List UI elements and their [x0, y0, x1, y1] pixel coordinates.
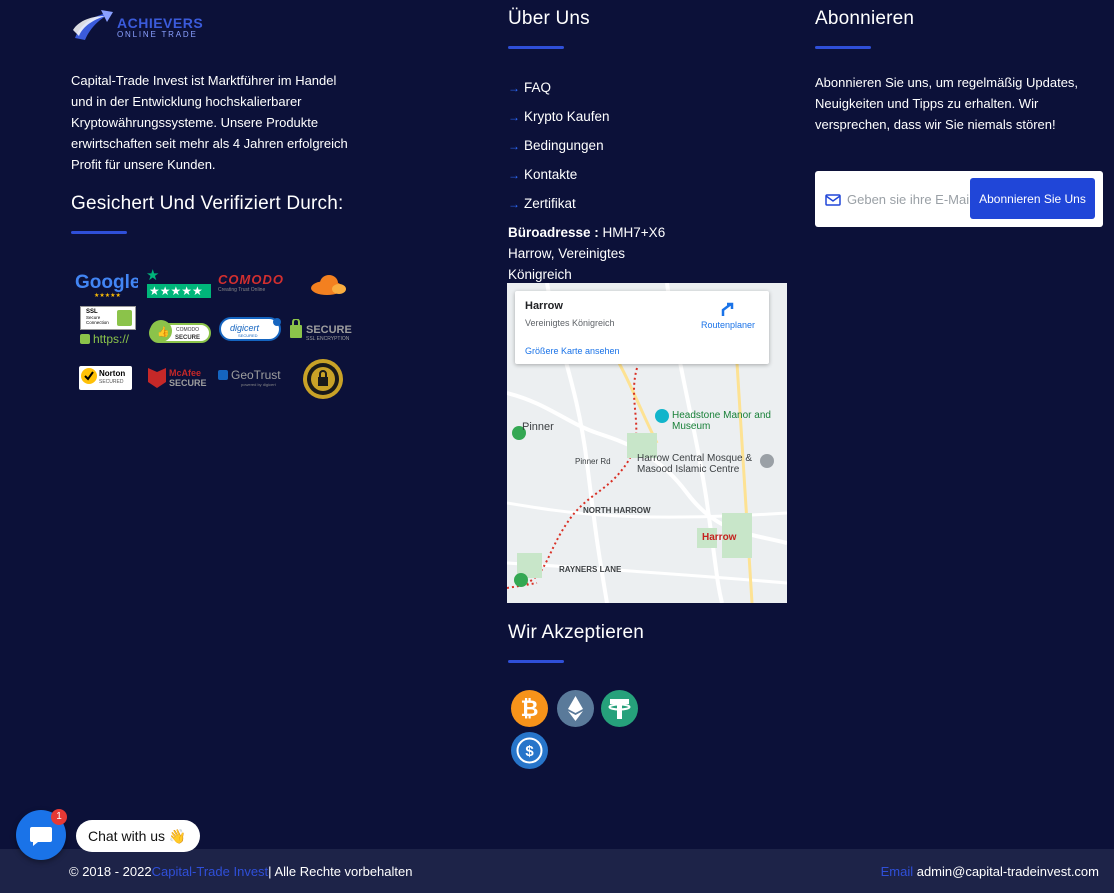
- tether-icon: [601, 690, 638, 727]
- arrow-right-icon: →: [508, 80, 520, 95]
- map-label-pinner: Pinner: [522, 421, 554, 433]
- brand-name: ACHIEVERS: [117, 14, 204, 31]
- swoosh-logo-icon: [71, 8, 115, 46]
- norton-badge: Norton SECURED: [78, 364, 134, 399]
- svg-text:$: $: [525, 743, 534, 760]
- brand-tagline: ONLINE TRADE: [117, 29, 198, 39]
- accept-title: Wir Akzeptieren: [508, 622, 645, 643]
- svg-text:SECURED: SECURED: [238, 333, 258, 338]
- usdc-icon: $: [511, 732, 548, 769]
- svg-text:★★★★★: ★★★★★: [149, 284, 203, 298]
- subscribe-description: Abonnieren Sie uns, um regelmäßig Update…: [815, 75, 1079, 132]
- svg-text:👍: 👍: [157, 325, 169, 338]
- gold-seal-icon: [301, 357, 345, 406]
- about-title: Über Uns: [508, 8, 590, 29]
- link-certificate[interactable]: → Zertifikat: [508, 189, 798, 218]
- title-underline: [815, 46, 871, 49]
- directions-button[interactable]: Routenplaner: [699, 300, 757, 330]
- office-address: Büroadresse : HMH7+X6 Harrow, Vereinigte…: [508, 225, 666, 282]
- svg-text:Google: Google: [75, 272, 138, 293]
- footer-bar: © 2018 - 2022Capital-Trade Invest| Alle …: [0, 849, 1114, 893]
- larger-map-link[interactable]: Größere Karte ansehen: [525, 346, 620, 356]
- brand-logo[interactable]: ACHIEVERS ONLINE TRADE: [71, 8, 371, 46]
- trustpilot-badge: ★ ★★★★★: [146, 267, 212, 305]
- map-label-pinner-rd: Pinner Rd: [575, 457, 611, 466]
- google-badge: Google ★★★★★: [74, 270, 140, 305]
- svg-text:SECURE: SECURE: [175, 335, 200, 341]
- envelope-icon: [825, 194, 841, 206]
- google-map[interactable]: Pinner Headstone Manor and Museum Harrow…: [507, 283, 787, 603]
- email-link[interactable]: admin@capital-tradeinvest.com: [913, 864, 1099, 879]
- arrow-right-icon: →: [508, 138, 520, 153]
- company-description: Capital-Trade Invest ist Marktführer im …: [71, 73, 348, 172]
- accept-section: Wir Akzeptieren: [508, 622, 644, 663]
- brand-link[interactable]: Capital-Trade Invest: [152, 864, 269, 879]
- map-label-mosque: Harrow Central Mosque & Masood Islamic C…: [637, 453, 753, 475]
- svg-text:powered by digicert: powered by digicert: [241, 382, 277, 387]
- map-label-rayners-lane: RAYNERS LANE: [559, 565, 622, 574]
- title-underline: [508, 660, 564, 663]
- geotrust-badge: GeoTrust powered by digicert: [217, 367, 287, 394]
- svg-text:SECURE: SECURE: [306, 324, 352, 336]
- svg-text:₿: ₿: [521, 697, 539, 722]
- link-buy-crypto[interactable]: → Krypto Kaufen: [508, 102, 798, 131]
- mcafee-badge: McAfee SECURE: [147, 366, 211, 395]
- svg-text:COMODO: COMODO: [176, 327, 199, 333]
- map-place-name: Harrow: [525, 300, 563, 312]
- link-faq[interactable]: → FAQ: [508, 73, 798, 102]
- subscribe-title: Abonnieren: [815, 8, 915, 29]
- svg-text:digicert: digicert: [230, 323, 260, 333]
- email-input[interactable]: [847, 185, 970, 213]
- arrow-right-icon: →: [508, 167, 520, 182]
- footer-column-subscribe: Abonnieren Abonnieren Sie uns, um regelm…: [815, 0, 1105, 135]
- about-links: → FAQ → Krypto Kaufen → Bedingungen → Kontak…: [508, 73, 798, 218]
- cloudflare-cloud-icon: [307, 274, 347, 301]
- link-terms[interactable]: → Bedingungen: [508, 131, 798, 160]
- map-place-address: Vereinigtes Königreich: [525, 318, 615, 328]
- https-badge: https://: [80, 332, 129, 346]
- contact-email: Email admin@capital-tradeinvest.com: [880, 864, 1099, 879]
- link-contacts[interactable]: → Kontakte: [508, 160, 798, 189]
- svg-text:★★★★★: ★★★★★: [94, 292, 121, 299]
- footer-column-about: Über Uns → FAQ → Krypto Kaufen → Bedingunge…: [508, 0, 798, 285]
- svg-text:SECURED: SECURED: [99, 379, 124, 385]
- directions-icon: [721, 302, 734, 316]
- arrow-right-icon: →: [508, 109, 520, 124]
- comodo-secure-badge: 👍 COMODO SECURE: [148, 314, 212, 349]
- svg-text:GeoTrust: GeoTrust: [231, 368, 281, 382]
- ssl-encryption-badge: SECURE SSL ENCRYPTION: [289, 318, 359, 348]
- ssl-badge: SSL Secure Connection: [80, 306, 136, 330]
- map-label-north-harrow: NORTH HARROW: [583, 506, 651, 515]
- svg-text:Norton: Norton: [99, 369, 125, 378]
- map-info-card: Harrow Vereinigtes Königreich Größere Ka…: [515, 291, 769, 364]
- map-label-headstone: Headstone Manor and Museum: [672, 410, 771, 432]
- title-underline: [71, 231, 127, 234]
- bitcoin-icon: ₿: [511, 690, 548, 727]
- security-badges: Google ★★★★★ ★ ★★★★★ COMODO Creating Tru…: [71, 267, 371, 410]
- secured-title: Gesichert Und Verifiziert Durch:: [71, 193, 344, 214]
- arrow-right-icon: →: [508, 196, 520, 211]
- svg-text:SSL ENCRYPTION: SSL ENCRYPTION: [306, 336, 350, 342]
- svg-text:★: ★: [146, 268, 159, 284]
- unread-badge: 1: [51, 809, 67, 825]
- chat-invite-bubble[interactable]: Chat with us 👋: [76, 820, 200, 852]
- svg-text:McAfee: McAfee: [169, 368, 201, 378]
- subscribe-button[interactable]: Abonnieren Sie Uns: [970, 178, 1095, 219]
- title-underline: [508, 46, 564, 49]
- subscribe-form: Abonnieren Sie Uns: [815, 171, 1103, 227]
- map-label-harrow: Harrow: [702, 532, 737, 543]
- footer-column-company: ACHIEVERS ONLINE TRADE Capital-Trade Inv…: [71, 0, 371, 410]
- digicert-badge: digicert SECURED: [218, 316, 284, 347]
- ethereum-icon: [557, 690, 594, 727]
- comodo-badge: COMODO Creating Trust Online: [218, 272, 284, 293]
- copyright: © 2018 - 2022Capital-Trade Invest| Alle …: [69, 864, 413, 879]
- svg-text:SECURE: SECURE: [169, 378, 207, 388]
